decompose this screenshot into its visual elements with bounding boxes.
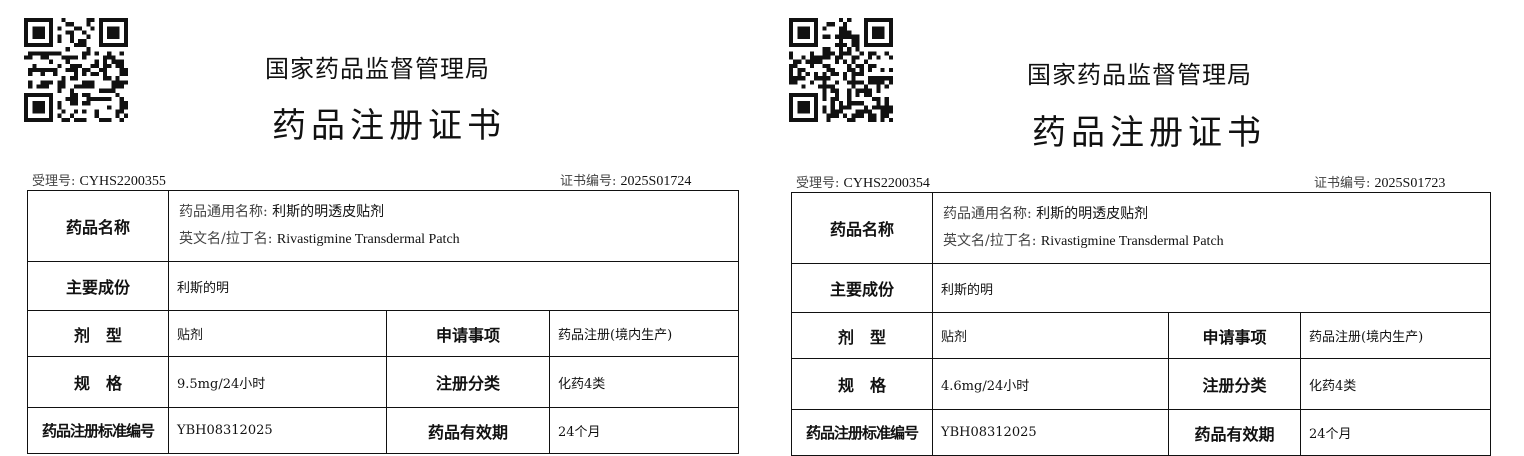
table-row: 药品名称 药品通用名称: 利斯的明透皮贴剂 英文名/拉丁名: Rivastigm… bbox=[791, 192, 1491, 264]
certificate-table: 药品名称 药品通用名称: 利斯的明透皮贴剂 英文名/拉丁名: Rivastigm… bbox=[791, 192, 1491, 456]
dosage-form-label: 剂 型 bbox=[791, 312, 933, 359]
qr-code-icon bbox=[24, 18, 128, 122]
acceptance-number: 受理号: CYHS2200354 bbox=[796, 176, 930, 191]
ingredient-value: 利斯的明 bbox=[932, 263, 1491, 313]
category-value: 化药4类 bbox=[1300, 358, 1491, 410]
table-row: 主要成份 利斯的明 bbox=[27, 261, 739, 311]
certificate-right: 国家药品监督管理局 药品注册证书 受理号: CYHS2200354 证书编号: … bbox=[764, 0, 1524, 456]
table-row: 剂 型 贴剂 申请事项 药品注册(境内生产) bbox=[791, 312, 1491, 359]
table-row: 主要成份 利斯的明 bbox=[791, 263, 1491, 313]
dosage-form-value: 贴剂 bbox=[168, 310, 387, 357]
dosage-form-label: 剂 型 bbox=[27, 310, 169, 357]
english-name-label: 英文名/拉丁名: bbox=[943, 233, 1037, 249]
drug-name-cell: 药品通用名称: 利斯的明透皮贴剂 英文名/拉丁名: Rivastigmine T… bbox=[932, 192, 1491, 264]
generic-name: 利斯的明透皮贴剂 bbox=[1036, 207, 1149, 222]
generic-name-label: 药品通用名称: bbox=[179, 204, 268, 220]
english-name-label: 英文名/拉丁名: bbox=[179, 231, 273, 247]
certificate-number: 证书编号: 2025S01724 bbox=[560, 174, 692, 189]
document-title: 药品注册证书 bbox=[272, 106, 506, 146]
issuing-agency: 国家药品监督管理局 bbox=[1027, 61, 1252, 89]
certificate-left: 国家药品监督管理局 药品注册证书 受理号: CYHS2200355 证书编号: … bbox=[0, 0, 760, 454]
generic-name: 利斯的明透皮贴剂 bbox=[272, 205, 385, 220]
certificate-number: 证书编号: 2025S01723 bbox=[1314, 176, 1446, 191]
drug-name-label: 药品名称 bbox=[27, 190, 169, 262]
specification-label: 规 格 bbox=[791, 358, 933, 410]
ingredient-label: 主要成份 bbox=[27, 261, 169, 311]
validity-label: 药品有效期 bbox=[386, 407, 550, 454]
specification-label: 规 格 bbox=[27, 356, 169, 408]
drug-name-cell: 药品通用名称: 利斯的明透皮贴剂 英文名/拉丁名: Rivastigmine T… bbox=[168, 190, 739, 262]
ingredient-label: 主要成份 bbox=[791, 263, 933, 313]
ingredient-value: 利斯的明 bbox=[168, 261, 739, 311]
standard-number-value: YBH08312025 bbox=[932, 409, 1169, 456]
category-label: 注册分类 bbox=[1168, 358, 1301, 410]
standard-number-label: 药品注册标准编号 bbox=[27, 407, 169, 454]
table-row: 药品名称 药品通用名称: 利斯的明透皮贴剂 英文名/拉丁名: Rivastigm… bbox=[27, 190, 739, 262]
category-label: 注册分类 bbox=[386, 356, 550, 408]
qr-code-icon bbox=[789, 18, 893, 122]
validity-value: 24个月 bbox=[1300, 409, 1491, 456]
table-row: 药品注册标准编号 YBH08312025 药品有效期 24个月 bbox=[791, 409, 1491, 456]
document-title: 药品注册证书 bbox=[1032, 113, 1266, 153]
acceptance-number: 受理号: CYHS2200355 bbox=[32, 174, 166, 189]
application-label: 申请事项 bbox=[386, 310, 550, 357]
standard-number-label: 药品注册标准编号 bbox=[791, 409, 933, 456]
english-name: Rivastigmine Transdermal Patch bbox=[276, 232, 460, 247]
generic-name-label: 药品通用名称: bbox=[943, 206, 1032, 222]
table-row: 规 格 4.6mg/24小时 注册分类 化药4类 bbox=[791, 358, 1491, 410]
validity-value: 24个月 bbox=[549, 407, 739, 454]
table-row: 药品注册标准编号 YBH08312025 药品有效期 24个月 bbox=[27, 407, 739, 454]
dosage-form-value: 贴剂 bbox=[932, 312, 1169, 359]
issuing-agency: 国家药品监督管理局 bbox=[265, 55, 490, 83]
table-row: 规 格 9.5mg/24小时 注册分类 化药4类 bbox=[27, 356, 739, 408]
validity-label: 药品有效期 bbox=[1168, 409, 1301, 456]
drug-name-label: 药品名称 bbox=[791, 192, 933, 264]
application-value: 药品注册(境内生产) bbox=[549, 310, 739, 357]
application-value: 药品注册(境内生产) bbox=[1300, 312, 1491, 359]
specification-value: 4.6mg/24小时 bbox=[932, 358, 1169, 410]
english-name: Rivastigmine Transdermal Patch bbox=[1040, 234, 1224, 249]
specification-value: 9.5mg/24小时 bbox=[168, 356, 387, 408]
certificate-table: 药品名称 药品通用名称: 利斯的明透皮贴剂 英文名/拉丁名: Rivastigm… bbox=[27, 190, 739, 454]
category-value: 化药4类 bbox=[549, 356, 739, 408]
application-label: 申请事项 bbox=[1168, 312, 1301, 359]
table-row: 剂 型 贴剂 申请事项 药品注册(境内生产) bbox=[27, 310, 739, 357]
standard-number-value: YBH08312025 bbox=[168, 407, 387, 454]
